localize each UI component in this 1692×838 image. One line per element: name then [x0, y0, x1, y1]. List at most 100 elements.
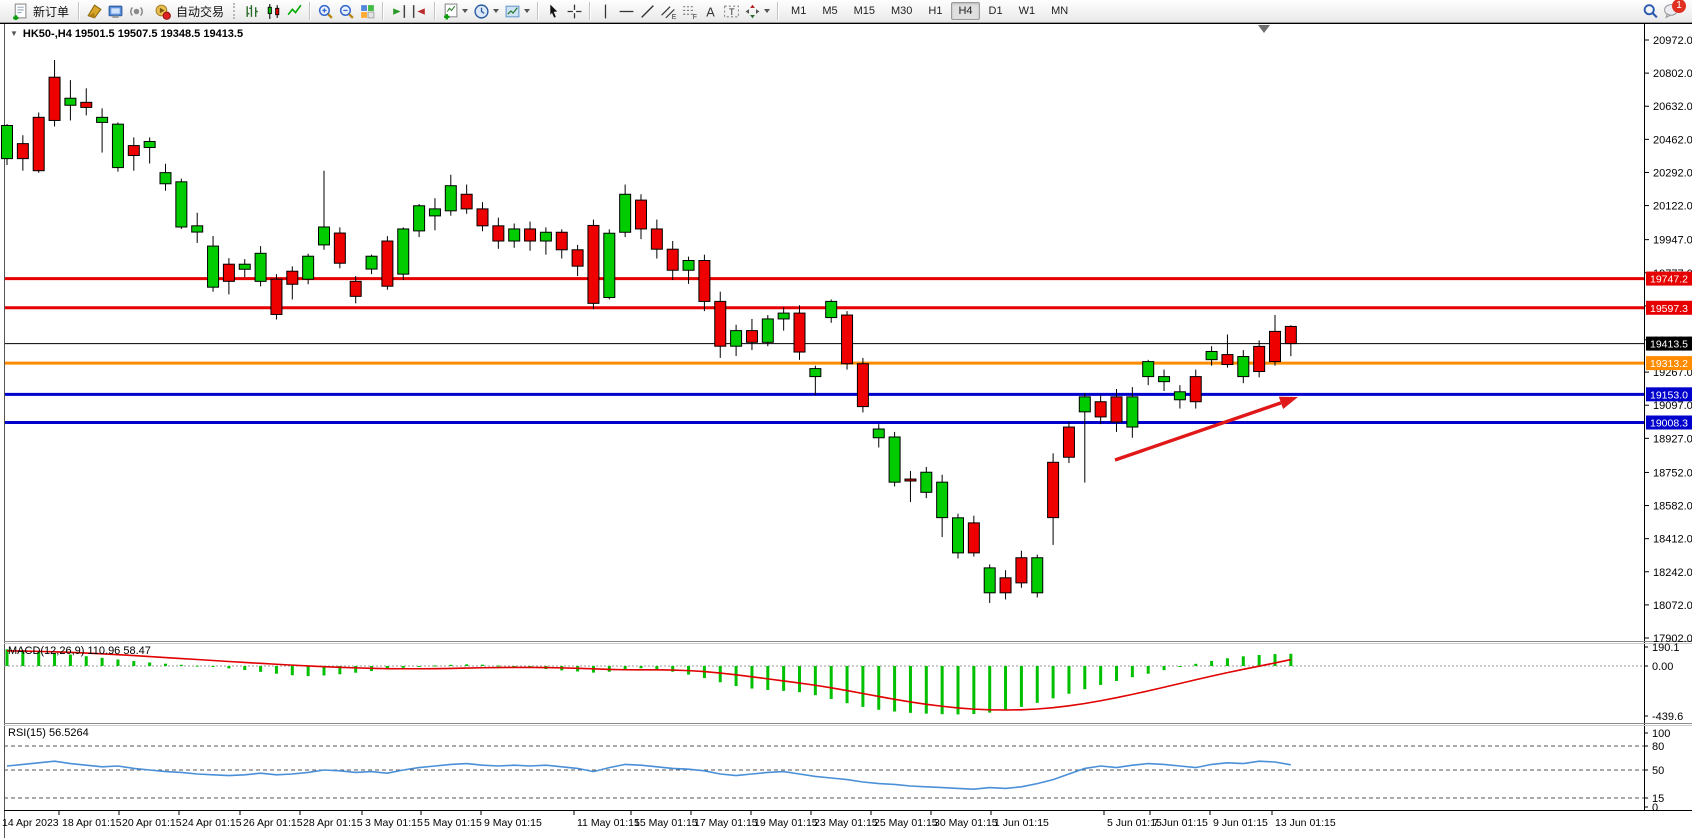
candle-body-bull	[414, 206, 425, 231]
macd-histogram-bar	[909, 666, 912, 713]
candle-body-bear	[1285, 326, 1296, 343]
tile-windows-icon[interactable]	[359, 3, 376, 20]
toolbar-drag-handle[interactable]	[233, 3, 238, 19]
rsi-tick-label: 0	[1652, 802, 1658, 814]
time-axis-label: 17 May 01:15	[694, 817, 758, 829]
macd-histogram-bar	[1067, 666, 1070, 694]
search-icon[interactable]	[1642, 3, 1659, 20]
svg-text:F: F	[693, 13, 697, 19]
macd-histogram-bar	[449, 665, 452, 666]
periods-icon[interactable]	[473, 3, 490, 20]
candle-body-bear	[271, 279, 282, 314]
macd-histogram-bar	[1115, 666, 1118, 681]
horizontal-line-icon[interactable]	[618, 3, 635, 20]
candle-body-bear	[223, 264, 234, 281]
crosshair-icon[interactable]	[566, 3, 583, 20]
candle-body-bull	[398, 229, 409, 274]
macd-histogram-bar	[1036, 666, 1039, 703]
macd-histogram-bar	[1274, 654, 1277, 666]
time-axis-label: 14 Apr 2023	[2, 817, 59, 829]
price-label-19153.0: 19153.0	[1650, 389, 1688, 401]
macd-histogram-bar	[877, 666, 880, 710]
macd-histogram-bar	[227, 666, 230, 668]
macd-histogram-bar	[354, 666, 357, 673]
zoom-out-icon[interactable]	[338, 3, 355, 20]
macd-histogram-bar	[196, 666, 199, 667]
trendline-icon[interactable]	[639, 3, 656, 20]
macd-histogram-bar	[1178, 666, 1181, 667]
chart-shift-icon[interactable]	[411, 3, 428, 20]
text-label-icon[interactable]: T	[723, 3, 740, 20]
time-axis-label: 23 May 01:15	[814, 817, 878, 829]
timeframe-button-mn[interactable]: MN	[1044, 2, 1075, 20]
toolbar-separator	[537, 2, 539, 20]
macd-histogram-bar	[1099, 666, 1102, 685]
macd-histogram-bar	[132, 661, 135, 666]
line-chart-icon[interactable]	[286, 3, 303, 20]
templates-icon[interactable]	[504, 3, 521, 20]
timeframe-button-d1[interactable]: D1	[982, 2, 1010, 20]
candle-body-bear	[1111, 397, 1122, 422]
arrows-dropdown-icon[interactable]	[764, 9, 770, 13]
trend-arrow-line[interactable]	[1115, 403, 1281, 460]
time-axis-label: 20 Apr 01:15	[122, 817, 182, 829]
terminal-icon[interactable]	[107, 3, 124, 20]
chart-shift-marker[interactable]	[1258, 25, 1270, 33]
trend-arrow-head[interactable]	[1279, 397, 1298, 409]
cursor-icon[interactable]	[545, 3, 562, 20]
price-tick-label: 20122.0	[1653, 201, 1692, 213]
candle-body-bull	[937, 482, 948, 517]
equidistant-channel-icon[interactable]: E	[660, 3, 677, 20]
candle-body-bear	[1095, 402, 1106, 417]
candle-body-bull	[509, 229, 520, 241]
candle-body-bear	[1048, 462, 1059, 517]
timeframe-button-group: M1M5M15M30H1H4D1W1MN	[783, 2, 1076, 20]
macd-histogram-bar	[1242, 656, 1245, 666]
candle-body-bear	[1190, 377, 1201, 402]
metaeditor-icon[interactable]	[86, 3, 103, 20]
bar-chart-icon[interactable]	[244, 3, 261, 20]
chart-canvas[interactable]: 20972.020802.020632.020462.020292.020122…	[0, 0, 1692, 838]
svg-text:E: E	[672, 13, 677, 19]
time-axis-label: 7 Jun 01:15	[1153, 817, 1208, 829]
indicators-dropdown-icon[interactable]	[462, 9, 468, 13]
macd-histogram-bar	[481, 665, 484, 666]
rsi-indicator-label: RSI(15) 56.5264	[8, 727, 89, 739]
timeframe-button-m1[interactable]: M1	[784, 2, 813, 20]
timeframe-button-h1[interactable]: H1	[921, 2, 949, 20]
arrows-icon[interactable]	[744, 3, 761, 20]
templates-dropdown-icon[interactable]	[524, 9, 530, 13]
zoom-in-icon[interactable]	[317, 3, 334, 20]
candle-body-bull	[97, 117, 108, 122]
vertical-line-icon[interactable]	[597, 3, 614, 20]
candle-body-bull	[1143, 362, 1154, 377]
candle-body-bear	[33, 117, 44, 170]
macd-histogram-bar	[798, 666, 801, 692]
candle-body-bull	[604, 233, 615, 297]
collapse-triangle-icon[interactable]: ▼	[10, 29, 18, 38]
timeframe-button-m5[interactable]: M5	[815, 2, 844, 20]
symbol-title[interactable]: ▼HK50-,H4 19501.5 19507.5 19348.5 19413.…	[10, 28, 243, 40]
indicators-icon[interactable]	[442, 3, 459, 20]
periods-dropdown-icon[interactable]	[493, 9, 499, 13]
auto-scroll-icon[interactable]	[390, 3, 407, 20]
timeframe-button-m30[interactable]: M30	[884, 2, 919, 20]
new-order-button[interactable]: 新订单	[4, 2, 74, 21]
candlestick-chart-icon[interactable]	[265, 3, 282, 20]
chat-icon[interactable]: 1	[1663, 3, 1680, 20]
text-icon[interactable]: A	[702, 3, 719, 20]
timeframe-button-m15[interactable]: M15	[847, 2, 882, 20]
autotrading-button[interactable]: 自动交易	[147, 2, 229, 21]
price-tick-label: 18242.0	[1653, 567, 1692, 579]
time-axis-label: 18 Apr 01:15	[62, 817, 122, 829]
timeframe-button-h4[interactable]: H4	[951, 2, 979, 20]
notifications-icon[interactable]	[128, 3, 145, 20]
time-axis-label: 26 Apr 01:15	[243, 817, 303, 829]
fibonacci-icon[interactable]: F	[681, 3, 698, 20]
timeframe-button-w1[interactable]: W1	[1012, 2, 1043, 20]
macd-histogram-bar	[275, 666, 278, 674]
macd-histogram-bar	[148, 662, 151, 666]
macd-histogram-bar	[925, 666, 928, 714]
macd-signal-line	[7, 651, 1291, 710]
price-tick-label: 19097.0	[1653, 400, 1692, 412]
